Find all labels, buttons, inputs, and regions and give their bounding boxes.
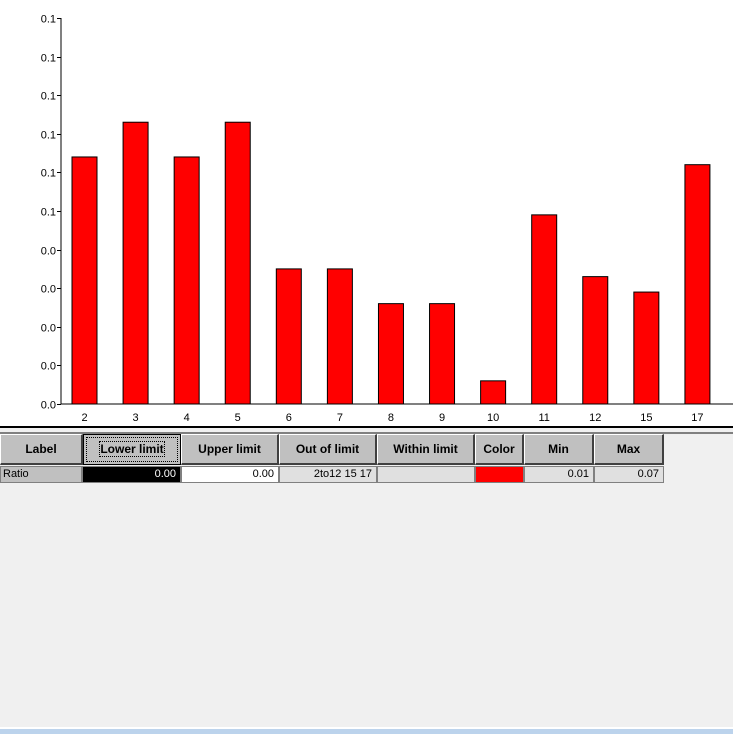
y-tick-label: 0.0	[41, 246, 56, 258]
bar	[326, 268, 353, 405]
x-tick-label: 15	[640, 412, 652, 424]
y-tick-label: 0.1	[41, 130, 56, 142]
header-max-text: Max	[616, 442, 641, 456]
x-tick-label: 11	[538, 412, 549, 424]
bar	[582, 276, 609, 405]
color-swatch-cell[interactable]	[475, 466, 524, 483]
header-within-limit[interactable]: Within limit	[377, 434, 475, 465]
y-tick-label: 0.0	[41, 284, 56, 296]
bar-chart: 0.0 0.0 0.0 0.0 0.0 0.1 0.1 0.1 0.1 0.1 0.1 2 3 4 5 6 7 8…	[0, 0, 733, 428]
header-lower-limit-text: Lower limit	[99, 441, 165, 457]
x-tick-label: 3	[133, 412, 139, 424]
x-tick-label: 6	[286, 412, 292, 424]
y-tick-label: 0.1	[41, 91, 56, 103]
header-label[interactable]: Label	[0, 434, 83, 465]
header-min-text: Min	[548, 442, 569, 456]
y-tick-label: 0.1	[41, 53, 56, 65]
bar	[275, 268, 302, 405]
bar	[429, 303, 456, 405]
x-tick-label: 2	[81, 412, 87, 424]
x-tick-label: 4	[184, 412, 190, 424]
x-tick-label: 7	[337, 412, 343, 424]
min-cell[interactable]: 0.01	[524, 466, 594, 483]
x-tick-label: 17	[691, 412, 703, 424]
y-tick-label: 0.0	[41, 361, 56, 373]
y-tick-label: 0.1	[41, 14, 56, 26]
header-label-text: Label	[25, 442, 57, 456]
x-tick-label: 8	[388, 412, 394, 424]
bar	[122, 121, 149, 405]
header-out-of-limit-text: Out of limit	[295, 442, 360, 456]
max-cell[interactable]: 0.07	[594, 466, 664, 483]
y-tick-label: 0.0	[41, 400, 56, 412]
x-tick-label: 12	[589, 412, 601, 424]
bar	[684, 164, 711, 405]
header-color[interactable]: Color	[475, 434, 524, 465]
y-tick-label: 0.1	[41, 168, 56, 180]
header-upper-limit-text: Upper limit	[198, 442, 261, 456]
bar	[377, 303, 404, 405]
bar	[71, 156, 98, 405]
header-upper-limit[interactable]: Upper limit	[181, 434, 279, 465]
chart-canvas: 0.0 0.0 0.0 0.0 0.0 0.1 0.1 0.1 0.1 0.1 0.1 2 3 4 5 6 7 8…	[41, 14, 733, 424]
bar	[224, 121, 251, 405]
y-tick-label: 0.0	[41, 323, 56, 335]
y-tick-label: 0.1	[41, 207, 56, 219]
upper-limit-cell[interactable]: 0.00	[181, 466, 279, 483]
x-tick-label: 9	[439, 412, 445, 424]
header-color-text: Color	[483, 442, 515, 456]
bar	[173, 156, 200, 405]
bar	[480, 380, 507, 405]
bar	[531, 214, 558, 405]
x-tick-label: 10	[487, 412, 499, 424]
header-max[interactable]: Max	[594, 434, 664, 465]
header-lower-limit[interactable]: Lower limit	[83, 434, 181, 465]
header-out-of-limit[interactable]: Out of limit	[279, 434, 377, 465]
status-strip	[0, 727, 733, 734]
header-within-limit-text: Within limit	[393, 442, 458, 456]
lower-limit-cell[interactable]: 0.00	[82, 466, 181, 483]
x-tick-label: 5	[235, 412, 241, 424]
out-of-limit-cell[interactable]: 2to12 15 17	[279, 466, 377, 483]
header-min[interactable]: Min	[524, 434, 594, 465]
bar	[633, 291, 660, 405]
row-label[interactable]: Ratio	[0, 466, 82, 483]
within-limit-cell[interactable]	[377, 466, 475, 483]
